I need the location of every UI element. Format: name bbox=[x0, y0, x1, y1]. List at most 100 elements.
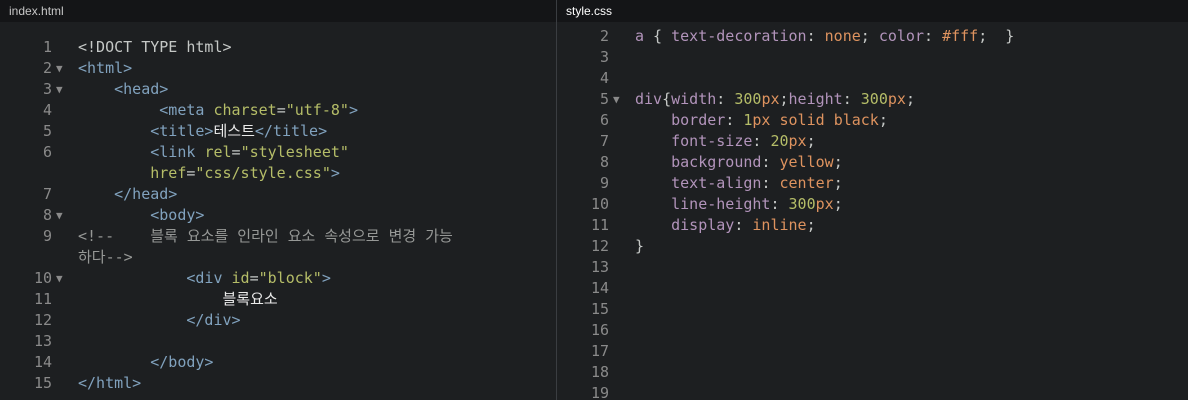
code-token: 300 bbox=[734, 90, 762, 108]
code-token: 300 bbox=[788, 195, 816, 213]
editor-pane-index-html[interactable]: index.html 1 <!DOCT TYPE html> 2 ▼ <html> 3 ▼ … bbox=[0, 0, 556, 400]
code-line[interactable]: 6 <link rel="stylesheet" bbox=[0, 142, 556, 163]
code-text: </body> bbox=[78, 352, 213, 373]
code-token: ; bbox=[905, 90, 915, 108]
code-line[interactable]: 19 bbox=[557, 383, 1188, 400]
code-line[interactable]: 17 bbox=[557, 341, 1188, 362]
code-token: : bbox=[770, 195, 789, 213]
fold-arrow-icon[interactable]: ▼ bbox=[56, 268, 70, 289]
code-token: yellow bbox=[779, 153, 834, 171]
code-area[interactable]: 2 a { text-decoration: none; color: #fff;… bbox=[557, 26, 1188, 400]
code-line[interactable]: 16 bbox=[557, 320, 1188, 341]
code-line[interactable]: 7 font-size: 20px; bbox=[557, 131, 1188, 152]
code-text: 하다--> bbox=[78, 247, 133, 268]
code-line[interactable]: 11 블록요소 bbox=[0, 289, 556, 310]
code-line[interactable]: 13 bbox=[0, 331, 556, 352]
code-line[interactable]: 3 bbox=[557, 47, 1188, 68]
code-line[interactable]: 4 <meta charset="utf-8"> bbox=[0, 100, 556, 121]
code-token: </head> bbox=[114, 185, 178, 203]
code-line[interactable]: 5 <title>테스트</title> bbox=[0, 121, 556, 142]
code-token: ; bbox=[806, 132, 816, 150]
line-number: 3 bbox=[42, 80, 52, 98]
line-number: 3 bbox=[599, 48, 609, 66]
code-line[interactable]: 9 <!-- 블록 요소를 인라인 요소 속성으로 변경 가능 bbox=[0, 226, 556, 247]
code-text: <title>테스트</title> bbox=[78, 121, 327, 142]
code-token: 하다--> bbox=[78, 248, 133, 266]
code-text: text-align: center; bbox=[635, 173, 843, 194]
code-token: ; bbox=[833, 195, 843, 213]
code-line[interactable]: 14 </body> bbox=[0, 352, 556, 373]
code-line[interactable]: 15 </html> bbox=[0, 373, 556, 394]
code-token: border bbox=[671, 111, 726, 129]
code-token: "block" bbox=[258, 269, 322, 287]
fold-arrow-icon[interactable]: ▼ bbox=[56, 58, 70, 79]
code-token: : bbox=[842, 90, 861, 108]
code-line[interactable]: 2 a { text-decoration: none; color: #fff;… bbox=[557, 26, 1188, 47]
code-token: text-align bbox=[671, 174, 762, 192]
code-line[interactable]: 1 <!DOCT TYPE html> bbox=[0, 37, 556, 58]
code-token: <body> bbox=[150, 206, 205, 224]
code-token: 20 bbox=[770, 132, 789, 150]
tab-index-html[interactable]: index.html bbox=[0, 0, 73, 22]
line-number: 18 bbox=[590, 363, 609, 381]
code-token: text-decoration bbox=[671, 27, 807, 45]
code-text: <head> bbox=[78, 79, 168, 100]
line-number: 4 bbox=[42, 101, 52, 119]
code-line[interactable]: 7 </head> bbox=[0, 184, 556, 205]
code-line[interactable]: 6 border: 1px solid black; bbox=[557, 110, 1188, 131]
code-token: : bbox=[734, 216, 753, 234]
code-text: display: inline; bbox=[635, 215, 816, 236]
code-line[interactable]: 12 </div> bbox=[0, 310, 556, 331]
code-text: div{width: 300px;height: 300px; bbox=[635, 89, 915, 110]
code-text: border: 1px solid black; bbox=[635, 110, 888, 131]
code-token: px bbox=[752, 111, 771, 129]
line-number: 8 bbox=[599, 153, 609, 171]
code-token: href bbox=[150, 164, 187, 182]
code-line[interactable]: 15 bbox=[557, 299, 1188, 320]
code-token: ; bbox=[779, 90, 789, 108]
code-line[interactable]: 8 ▼ <body> bbox=[0, 205, 556, 226]
code-line[interactable]: 12} bbox=[557, 236, 1188, 257]
line-number: 5 bbox=[42, 122, 52, 140]
code-line[interactable]: 5 ▼ div{width: 300px;height: 300px; bbox=[557, 89, 1188, 110]
code-token: : bbox=[761, 153, 780, 171]
tab-bar: style.css bbox=[557, 0, 1188, 22]
line-number: 5 bbox=[599, 90, 609, 108]
code-line[interactable]: 하다--> bbox=[0, 247, 556, 268]
tab-style-css[interactable]: style.css bbox=[557, 0, 622, 22]
fold-arrow-icon[interactable]: ▼ bbox=[56, 79, 70, 100]
code-line[interactable]: 8 background: yellow; bbox=[557, 152, 1188, 173]
code-line[interactable]: 2 ▼ <html> bbox=[0, 58, 556, 79]
code-line[interactable]: 14 bbox=[557, 278, 1188, 299]
line-number: 15 bbox=[590, 300, 609, 318]
code-token: 블록요소 bbox=[222, 290, 278, 308]
code-line[interactable]: 11 display: inline; bbox=[557, 215, 1188, 236]
fold-arrow-icon[interactable]: ▼ bbox=[613, 89, 627, 110]
line-number: 2 bbox=[599, 27, 609, 45]
code-token: center bbox=[779, 174, 834, 192]
code-line[interactable]: 4 bbox=[557, 68, 1188, 89]
code-text: <link rel="stylesheet" bbox=[78, 142, 349, 163]
code-line[interactable]: 10 ▼ <div id="block"> bbox=[0, 268, 556, 289]
editor-pane-style-css[interactable]: style.css 2 a { text-decoration: none; co… bbox=[557, 0, 1188, 400]
code-line[interactable]: 13 bbox=[557, 257, 1188, 278]
fold-arrow-icon[interactable]: ▼ bbox=[56, 205, 70, 226]
code-token: line-height bbox=[671, 195, 771, 213]
code-token: font-size bbox=[671, 132, 753, 150]
code-token: </body> bbox=[150, 353, 214, 371]
line-number: 13 bbox=[590, 258, 609, 276]
code-token: a bbox=[635, 27, 645, 45]
code-line[interactable]: 3 ▼ <head> bbox=[0, 79, 556, 100]
code-line[interactable]: 9 text-align: center; bbox=[557, 173, 1188, 194]
code-area[interactable]: 1 <!DOCT TYPE html> 2 ▼ <html> 3 ▼ <head> 4 <me… bbox=[0, 37, 556, 394]
code-line[interactable]: 10 line-height: 300px; bbox=[557, 194, 1188, 215]
code-line[interactable]: 18 bbox=[557, 362, 1188, 383]
code-text: href="css/style.css"> bbox=[78, 163, 340, 184]
code-line[interactable]: href="css/style.css"> bbox=[0, 163, 556, 184]
